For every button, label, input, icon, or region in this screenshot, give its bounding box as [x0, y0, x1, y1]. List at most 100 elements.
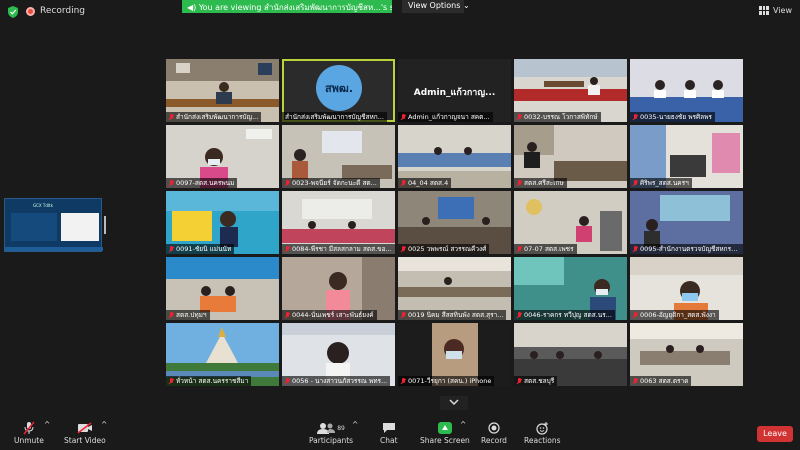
participant-name: 0097-สตส.นครพนม: [176, 179, 235, 187]
record-label: Record: [481, 436, 507, 445]
viewing-screen-banner: ◀) You are viewing สำนักส่งเสริมพัฒนาการ…: [182, 0, 392, 13]
start-video-label: Start Video: [64, 436, 106, 445]
participant-tile[interactable]: 0006-อัญยุติกา_สตส.พังงา: [630, 257, 743, 320]
participant-tile[interactable]: สตส.ปทุมฯ: [166, 257, 279, 320]
participant-name-bar: สตส.ศรีสะเกษ: [514, 178, 567, 188]
participant-tile[interactable]: สตส.ศรีสะเกษ: [514, 125, 627, 188]
participant-tile[interactable]: 0056 - นางสาวนภัสวรรณ พทร...: [282, 323, 395, 386]
participant-tile[interactable]: สตส.ชลบุรี: [514, 323, 627, 386]
speaker-icon: ◀): [187, 3, 199, 12]
view-options-label: View Options: [408, 1, 461, 10]
participant-name: สตส.ชลบุรี: [524, 377, 555, 385]
start-video-button[interactable]: Start Video: [64, 420, 106, 445]
participant-display-name: Admin_แก้วกาญ...: [413, 88, 496, 98]
participant-name-bar: สำนักส่งเสริมพัฒนาการบัญชีสหก...: [282, 112, 387, 122]
participant-name-bar: 0091-ชัยนิ แม่นนัท: [166, 244, 235, 254]
muted-mic-icon: [517, 113, 522, 121]
video-off-icon: [77, 422, 92, 434]
leave-button[interactable]: Leave: [757, 426, 793, 442]
participant-name: 0035-นายธงชัย พรศิลพร: [640, 113, 712, 121]
participant-name-bar: สตส.ชลบุรี: [514, 376, 558, 386]
participant-tile[interactable]: 0023-พจนียร์ จัดกะนะดี สต...: [282, 125, 395, 188]
muted-mic-icon: [517, 179, 522, 187]
shared-screen-taskbar: [5, 247, 103, 251]
participant-tile[interactable]: 0084-พีรชา มีสลสกลาม สตส.ขอ...: [282, 191, 395, 254]
muted-mic-icon: [285, 245, 290, 253]
participant-tile[interactable]: ศิริพร_สตส.นครฯ: [630, 125, 743, 188]
participant-name: 0095-สำนักงานตรวจบัญชีสหกรณ์...: [640, 245, 740, 253]
muted-mic-icon: [401, 377, 406, 385]
participant-name-bar: 07-07 สตส.เพชร: [514, 244, 577, 254]
panel-resize-handle[interactable]: [104, 216, 106, 234]
participant-tile[interactable]: 0025 วพพรณ์ สวรรณคีวงศ์: [398, 191, 511, 254]
participants-button[interactable]: 89 Participants: [309, 420, 353, 445]
participant-name: 0084-พีรชา มีสลสกลาม สตส.ขอ...: [292, 245, 392, 253]
participant-tile[interactable]: 0019 นิคม สีสสทินพัง สตส.สุรา...: [398, 257, 511, 320]
muted-mic-icon: [169, 377, 174, 385]
chevron-down-icon: [449, 399, 459, 406]
unmute-button[interactable]: Unmute: [14, 420, 44, 445]
muted-mic-icon: [517, 311, 522, 319]
participant-name: ศิริพร_สตส.นครฯ: [640, 179, 689, 187]
shared-screen-thumbnail[interactable]: GCX Tdltk: [4, 198, 103, 252]
gallery-grid: สำนักส่งเสริมพัฒนาการบัญ... สพฒ. สำนักส่…: [166, 59, 743, 390]
muted-mic-icon: [633, 377, 638, 385]
participant-tile[interactable]: 0046-ราคกร ทวีปุญ สตส.นร...: [514, 257, 627, 320]
participants-count: 89: [337, 424, 345, 432]
view-button[interactable]: View: [759, 6, 792, 15]
participant-name-bar: 0071-วีรยุกา (สคน.) iPhone: [398, 376, 495, 386]
recording-indicator[interactable]: Recording: [26, 6, 85, 16]
participant-tile[interactable]: 04_04 สตส.4: [398, 125, 511, 188]
participant-tile[interactable]: 0032-บรรณ โวกาสพิทักษ์: [514, 59, 627, 122]
participant-tile[interactable]: 0071-วีรยุกา (สคน.) iPhone: [398, 323, 511, 386]
view-options-button[interactable]: View Options ⌄: [402, 0, 470, 13]
participant-name: 0071-วีรยุกา (สคน.) iPhone: [408, 377, 492, 385]
video-options-caret[interactable]: ^: [101, 420, 107, 429]
participants-options-caret[interactable]: ^: [352, 420, 358, 429]
participant-name: สตส.ศรีสะเกษ: [524, 179, 564, 187]
participant-name-bar: 0063 สตส.ตราด: [630, 376, 692, 386]
participant-name: 0019 นิคม สีสสทินพัง สตส.สุรา...: [408, 311, 504, 319]
participant-tile[interactable]: 0095-สำนักงานตรวจบัญชีสหกรณ์...: [630, 191, 743, 254]
participant-name-bar: สตส.ปทุมฯ: [166, 310, 210, 320]
participant-tile[interactable]: 07-07 สตส.เพชร: [514, 191, 627, 254]
security-shield-icon[interactable]: [8, 6, 18, 18]
participant-name-bar: 0046-ราคกร ทวีปุญ สตส.นร...: [514, 310, 615, 320]
top-bar: Recording ◀) You are viewing สำนักส่งเสร…: [0, 0, 800, 24]
muted-mic-icon: [169, 179, 174, 187]
mic-muted-icon: [23, 421, 35, 435]
muted-mic-icon: [633, 179, 638, 187]
participant-name: 07-07 สตส.เพชร: [524, 245, 574, 253]
muted-mic-icon: [517, 377, 522, 385]
viewing-screen-text: You are viewing สำนักส่งเสริมพัฒนาการบัญ…: [198, 3, 392, 12]
participant-tile[interactable]: 0063 สตส.ตราด: [630, 323, 743, 386]
muted-mic-icon: [401, 113, 406, 121]
audio-options-caret[interactable]: ^: [44, 420, 50, 429]
participant-tile[interactable]: ทั่วหน้า สตส.นครราชสีมา: [166, 323, 279, 386]
participant-tile[interactable]: Admin_แก้วกาญ... Admin_แก้วกาญจนา สคต...: [398, 59, 511, 122]
participants-icon: [317, 423, 336, 434]
participant-tile[interactable]: 0035-นายธงชัย พรศิลพร: [630, 59, 743, 122]
participant-tile[interactable]: 0091-ชัยนิ แม่นนัท: [166, 191, 279, 254]
participant-tile-active-speaker[interactable]: สพฒ. สำนักส่งเสริมพัฒนาการบัญชีสหก...: [282, 59, 395, 122]
participant-name: 0025 วพพรณ์ สวรรณคีวงศ์: [408, 245, 487, 253]
participant-name: 0023-พจนียร์ จัดกะนะดี สต...: [292, 179, 377, 187]
participant-name: 0006-อัญยุติกา_สตส.พังงา: [640, 311, 716, 319]
share-options-caret[interactable]: ^: [460, 420, 466, 429]
reactions-button[interactable]: Reactions: [524, 420, 560, 445]
record-button[interactable]: Record: [481, 420, 507, 445]
muted-mic-icon: [633, 311, 638, 319]
chat-button[interactable]: Chat: [380, 420, 398, 445]
participant-tile[interactable]: 0044-นั่นเพชร์ เสาะพันธ์ยงค์: [282, 257, 395, 320]
muted-mic-icon: [285, 179, 290, 187]
next-page-button[interactable]: [440, 396, 468, 410]
reactions-label: Reactions: [524, 436, 561, 445]
participant-name-bar: 0044-นั่นเพชร์ เสาะพันธ์ยงค์: [282, 310, 377, 320]
muted-mic-icon: [633, 113, 638, 121]
participant-tile[interactable]: สำนักส่งเสริมพัฒนาการบัญ...: [166, 59, 279, 122]
participant-tile[interactable]: 0097-สตส.นครพนม: [166, 125, 279, 188]
participant-name-bar: 0097-สตส.นครพนม: [166, 178, 238, 188]
participant-name: 04_04 สตส.4: [408, 179, 449, 187]
muted-mic-icon: [401, 245, 406, 253]
participant-name-bar: ศิริพร_สตส.นครฯ: [630, 178, 692, 188]
